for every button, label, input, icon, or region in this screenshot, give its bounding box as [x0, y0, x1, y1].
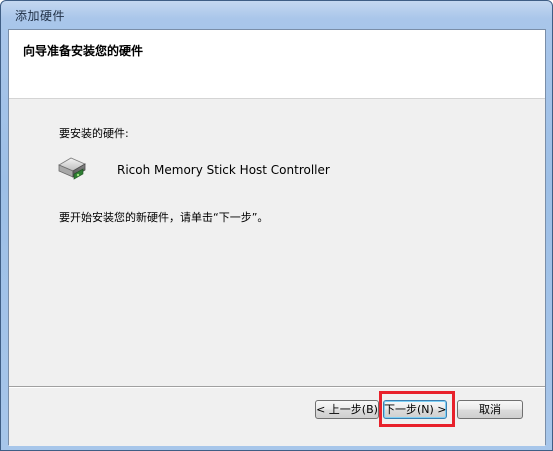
window-title: 添加硬件 — [15, 9, 66, 23]
install-hardware-label: 要安装的硬件: — [59, 127, 129, 140]
device-row: Ricoh Memory Stick Host Controller — [57, 153, 457, 185]
title-bar[interactable]: 添加硬件 — [1, 1, 552, 27]
wizard-client-area: 向导准备安装您的硬件 要安装的硬件: Ricoh Memory Stick Ho… — [8, 29, 546, 446]
next-button-highlight — [379, 391, 455, 427]
wizard-footer: < 上一步(B) 下一步(N) > 取消 — [9, 388, 545, 446]
wizard-heading: 向导准备安装您的硬件 — [23, 44, 144, 58]
cancel-button[interactable]: 取消 — [457, 400, 523, 419]
wizard-body: 要安装的硬件: Ricoh Memory Stick Host Controll… — [9, 99, 545, 386]
wizard-header: 向导准备安装您的硬件 — [9, 30, 545, 99]
add-hardware-window: 添加硬件 向导准备安装您的硬件 要安装的硬件: Ricoh Memory Sti… — [0, 0, 553, 451]
back-button[interactable]: < 上一步(B) — [315, 400, 379, 419]
hardware-device-icon — [57, 153, 87, 183]
instruction-text: 要开始安装您的新硬件，请单击“下一步”。 — [59, 211, 269, 224]
device-name: Ricoh Memory Stick Host Controller — [117, 163, 330, 177]
